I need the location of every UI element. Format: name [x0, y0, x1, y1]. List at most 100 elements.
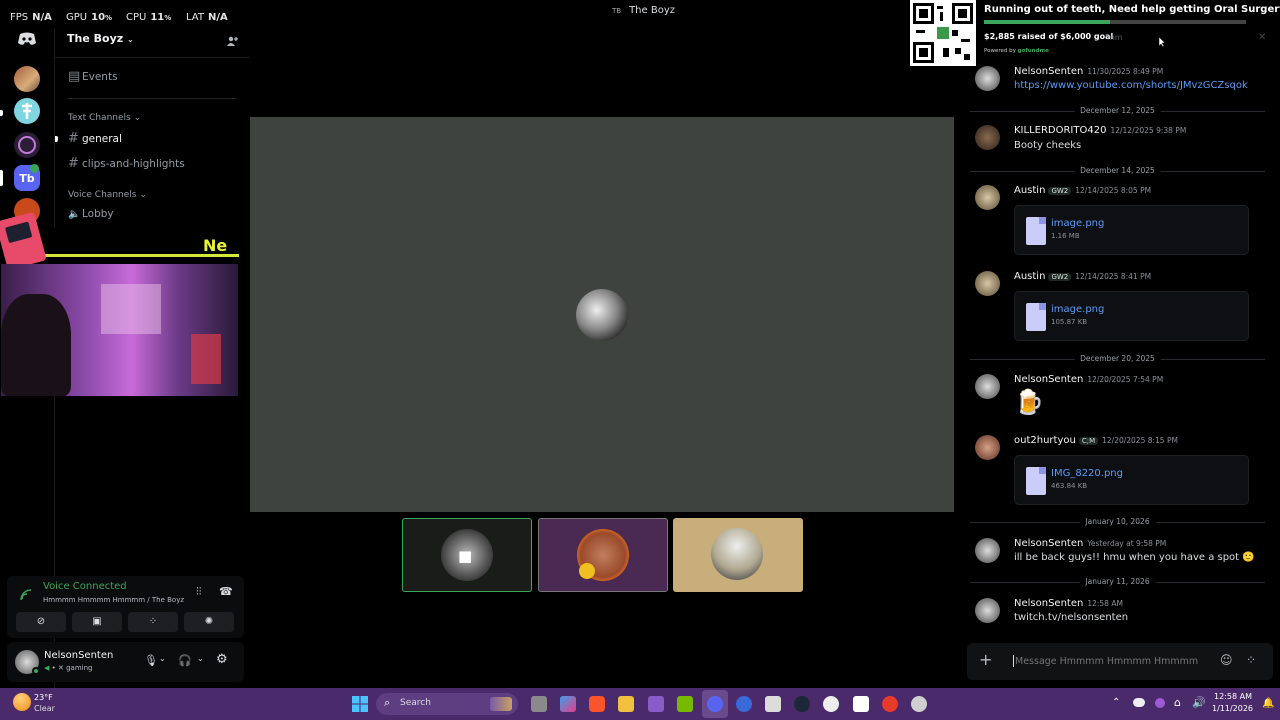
voice-status[interactable]: Voice Connected	[43, 581, 127, 592]
weather-moon-icon[interactable]	[13, 693, 31, 711]
search-highlight-icon	[490, 697, 512, 711]
discord-logo-icon[interactable]	[17, 31, 37, 45]
message-timestamp: 12/14/2025 8:05 PM	[1075, 186, 1152, 195]
online-status-dot	[32, 667, 40, 675]
activities-button[interactable]: ⁘	[128, 612, 178, 632]
nvidia-icon[interactable]	[677, 696, 693, 712]
notepad-icon[interactable]	[765, 696, 781, 712]
camera-off-button[interactable]: ⊘	[16, 612, 66, 632]
avatar[interactable]	[975, 185, 1000, 210]
apps-icon[interactable]: ⁘	[1246, 653, 1256, 667]
close-icon[interactable]: ✕	[1258, 32, 1266, 43]
message-author[interactable]: NelsonSenten 12/20/2025 7:54 PM	[1014, 374, 1163, 385]
message-timestamp: 12:58 AM	[1087, 599, 1123, 608]
server-icon[interactable]	[14, 98, 40, 124]
participant-tile[interactable]	[673, 518, 803, 592]
channel-general[interactable]: # general	[68, 131, 122, 146]
chevron-down-icon[interactable]: ⌄	[197, 654, 204, 663]
chevron-up-icon[interactable]: ⌃	[1112, 697, 1120, 708]
brave-browser-icon[interactable]	[589, 696, 605, 712]
message-author[interactable]: NelsonSenten Yesterday at 9:58 PM	[1014, 538, 1166, 549]
category-voice-channels[interactable]: Voice Channels ⌄	[68, 190, 147, 200]
avatar[interactable]	[975, 125, 1000, 150]
search-label: Search	[400, 698, 431, 708]
participant-tile[interactable]	[538, 518, 668, 592]
qr-code	[910, 0, 976, 66]
file-attachment[interactable]: image.png 105.87 KB	[1014, 291, 1249, 341]
file-explorer-icon[interactable]	[618, 696, 634, 712]
focused-participant-tile[interactable]	[250, 117, 954, 512]
file-name: image.png	[1051, 304, 1105, 315]
copilot-icon[interactable]	[560, 696, 576, 712]
events-item[interactable]: ▤ Events	[68, 69, 118, 84]
category-text-channels[interactable]: Text Channels ⌄	[68, 113, 141, 123]
disconnect-icon[interactable]: ☎	[219, 585, 233, 598]
avatar[interactable]	[975, 66, 1000, 91]
avatar[interactable]	[975, 271, 1000, 296]
clock-time[interactable]: 12:58 AM	[1212, 692, 1252, 701]
message-input[interactable]	[1015, 652, 1215, 670]
edge-icon[interactable]	[736, 696, 752, 712]
notification-badge	[30, 164, 39, 173]
voice-channel-lobby[interactable]: 🔈 Lobby	[68, 208, 114, 220]
tray-icon[interactable]	[1155, 698, 1165, 708]
add-attachment-icon[interactable]: +	[979, 652, 992, 668]
task-view-icon[interactable]	[531, 696, 547, 712]
tray-app-icon[interactable]	[911, 696, 927, 712]
beer-emoji: 🍺	[1014, 388, 1044, 416]
chevron-down-icon[interactable]: ⌄	[159, 654, 166, 663]
invite-icon[interactable]	[226, 32, 238, 46]
message-author[interactable]: out2hurtyou C;M 12/20/2025 8:15 PM	[1014, 435, 1178, 446]
share-screen-button[interactable]: ▣	[72, 612, 122, 632]
message-timestamp: 12/14/2025 8:41 PM	[1075, 272, 1152, 281]
microphone-icon[interactable]: 🎙	[144, 654, 158, 667]
record-app-icon[interactable]	[882, 696, 898, 712]
onedrive-icon[interactable]	[1133, 698, 1145, 707]
file-attachment[interactable]: IMG_8220.png 463.84 KB	[1014, 455, 1249, 505]
guild-tag: GW2	[1048, 187, 1072, 195]
voice-stage: ■	[250, 28, 954, 688]
channel-label: general	[82, 133, 122, 145]
participant-tile[interactable]: ■	[402, 518, 532, 592]
network-icon[interactable]: ⌂	[1174, 696, 1181, 709]
epic-games-icon[interactable]	[853, 696, 869, 712]
message-link[interactable]: https://www.youtube.com/shorts/JMvzGCZsq…	[1014, 80, 1248, 91]
channel-clips-and-highlights[interactable]: # clips-and-highlights	[68, 156, 185, 171]
message-author[interactable]: Austin GW2 12/14/2025 8:05 PM	[1014, 185, 1151, 196]
message-author[interactable]: NelsonSenten 12:58 AM	[1014, 598, 1123, 609]
avatar[interactable]	[975, 598, 1000, 623]
weather-temp[interactable]: 23°F	[34, 693, 53, 702]
events-label: Events	[82, 71, 118, 83]
settings-gear-icon[interactable]: ⚙	[216, 652, 228, 667]
obs-icon[interactable]	[823, 696, 839, 712]
windows-start-icon[interactable]	[352, 696, 368, 712]
message-author[interactable]: Austin GW2 12/14/2025 8:41 PM	[1014, 271, 1151, 282]
weather-condition: Clear	[34, 704, 55, 713]
headphones-icon[interactable]: 🎧	[178, 654, 192, 667]
clock-date[interactable]: 1/11/2026	[1212, 704, 1253, 713]
message-author[interactable]: NelsonSenten 11/30/2025 8:49 PM	[1014, 66, 1163, 77]
discord-taskbar-icon[interactable]	[707, 696, 723, 712]
server-icon[interactable]	[14, 132, 40, 158]
avatar[interactable]	[975, 374, 1000, 399]
noise-suppression-icon[interactable]: ⫶⫶	[196, 585, 202, 599]
steam-icon[interactable]	[794, 696, 810, 712]
username[interactable]: NelsonSenten	[44, 650, 113, 661]
video-editor-icon[interactable]	[648, 696, 664, 712]
notification-bell-icon[interactable]: 🔔	[1262, 698, 1274, 709]
server-name[interactable]: The Boyz ⌄	[67, 32, 134, 45]
avatar[interactable]	[975, 538, 1000, 563]
sword-icon: ✕	[57, 664, 64, 672]
message-author[interactable]: KILLERDORITO420 12/12/2025 9:38 PM	[1014, 125, 1186, 136]
soundboard-button[interactable]: ✺	[184, 612, 234, 632]
message-timestamp: 12/20/2025 7:54 PM	[1087, 375, 1164, 384]
voice-location[interactable]: Hmmmm Hmmmm Hmmmm / The Boyz	[43, 596, 184, 604]
selected-pill	[0, 170, 3, 186]
avatar[interactable]	[975, 435, 1000, 460]
server-icon[interactable]	[14, 66, 40, 92]
fundraiser-progress-track	[984, 20, 1246, 24]
emoji-picker-icon[interactable]: ☺	[1220, 653, 1233, 667]
file-attachment[interactable]: image.png 1.16 MB	[1014, 205, 1249, 255]
taskbar-search-box[interactable]: ⌕ Search	[376, 693, 518, 715]
volume-icon[interactable]: 🔊	[1192, 696, 1206, 709]
